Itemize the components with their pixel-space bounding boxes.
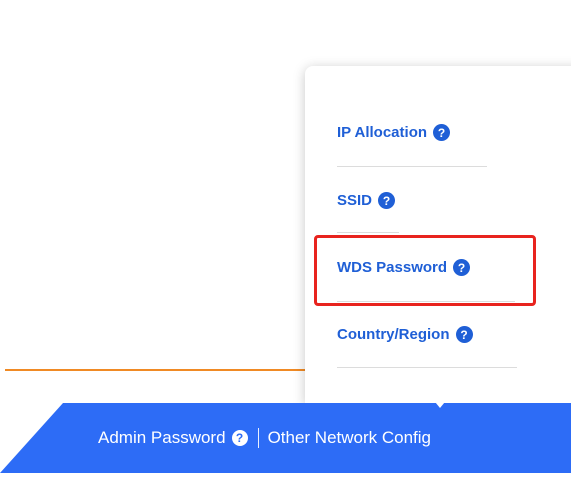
other-network-config-popover: IP Allocation ? SSID ? WDS Password ? Co… — [305, 66, 571, 404]
menu-divider — [337, 166, 487, 167]
menu-divider — [337, 301, 515, 302]
other-network-config-tab[interactable]: Other Network Config — [268, 428, 431, 448]
screen: IP Allocation ? SSID ? WDS Password ? Co… — [0, 0, 571, 491]
menu-item-label: WDS Password — [337, 259, 448, 276]
help-icon[interactable]: ? — [453, 259, 471, 276]
popover-arrow — [431, 397, 449, 408]
menu-item-label: IP Allocation — [337, 124, 428, 141]
menu-item-wds-password[interactable]: WDS Password ? — [337, 259, 471, 276]
orange-divider — [5, 369, 315, 371]
menu-divider — [337, 367, 517, 368]
tab-separator — [257, 428, 259, 448]
menu-item-ssid[interactable]: SSID ? — [337, 192, 396, 209]
help-icon[interactable]: ? — [231, 430, 248, 446]
other-network-config-label: Other Network Config — [267, 428, 432, 447]
menu-item-ip-allocation[interactable]: IP Allocation ? — [337, 124, 451, 141]
menu-item-label: Country/Region — [337, 326, 450, 343]
admin-password-label: Admin Password — [98, 428, 226, 447]
admin-password-tab[interactable]: Admin Password ? — [98, 428, 248, 448]
menu-item-country-region[interactable]: Country/Region ? — [337, 326, 473, 343]
help-icon[interactable]: ? — [378, 192, 396, 209]
bar-content: Admin Password ? Other Network Config — [98, 403, 431, 473]
help-icon[interactable]: ? — [455, 326, 473, 343]
bottom-config-bar: Admin Password ? Other Network Config — [0, 403, 571, 473]
menu-divider — [337, 232, 399, 233]
help-icon[interactable]: ? — [433, 124, 451, 141]
menu-item-label: SSID — [337, 192, 373, 209]
